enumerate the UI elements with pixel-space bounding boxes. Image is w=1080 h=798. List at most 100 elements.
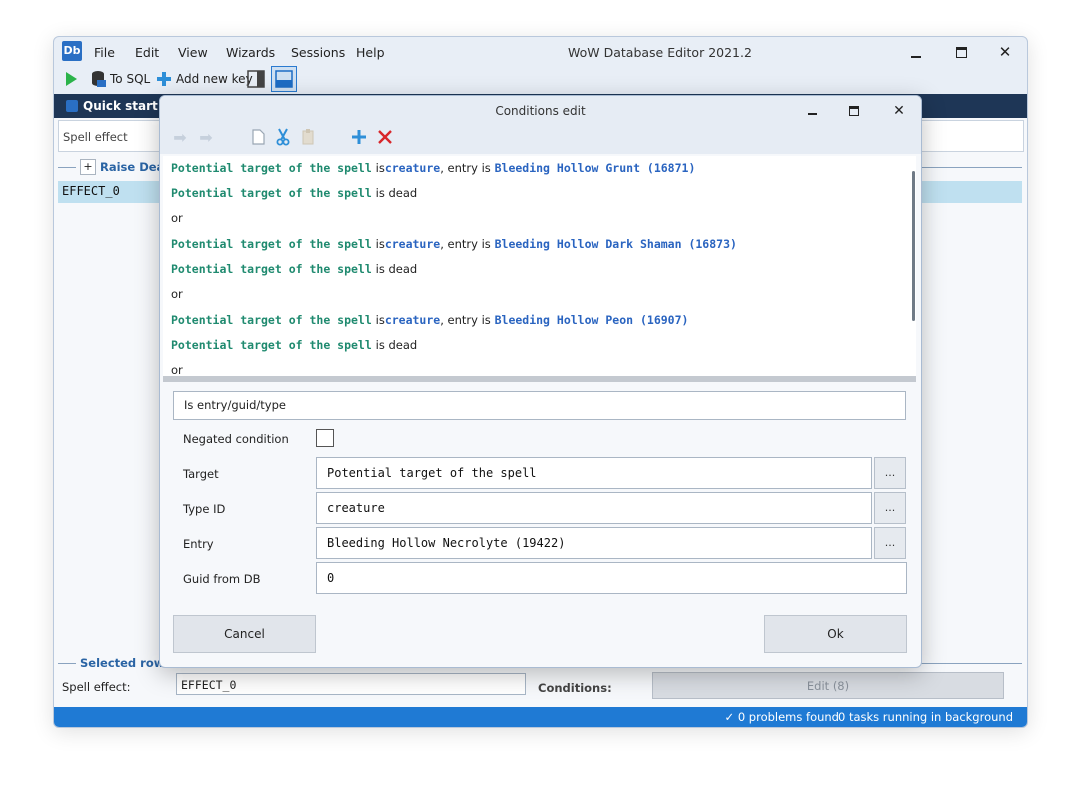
menu-wizards[interactable]: Wizards [226,45,275,60]
condition-or: or [171,363,183,376]
list-item[interactable]: or [171,211,183,229]
spell-effect-label: Spell effect: [62,680,131,694]
run-button[interactable] [64,68,78,90]
problems-status[interactable]: ✓ 0 problems found [725,710,839,724]
undo-button[interactable]: ➡ [170,126,190,148]
target-input[interactable]: Potential target of the spell [316,457,872,489]
plus-icon [352,130,366,144]
paste-button[interactable] [298,126,318,148]
type-id-label: Type ID [183,502,226,516]
tab-quick-start[interactable]: Quick start [60,94,164,118]
database-icon [92,71,106,87]
cut-button[interactable] [273,126,293,148]
list-item[interactable]: Potential target of the spell is dead [171,186,417,204]
paste-icon [302,129,314,145]
add-new-key-button[interactable]: Add new key [156,68,253,90]
add-new-key-label: Add new key [176,72,253,86]
play-icon [66,72,77,86]
dialog-maximize-button[interactable] [842,100,866,122]
list-item[interactable]: Potential target of the spell iscreature… [171,161,695,179]
entry-input[interactable]: Bleeding Hollow Necrolyte (19422) [316,527,872,559]
selected-row-title: Selected row [76,656,169,670]
add-condition-button[interactable] [349,126,369,148]
list-item[interactable]: Potential target of the spell is dead [171,262,417,280]
type-id-picker-button[interactable]: ... [874,492,906,524]
condition-text: is dead [375,338,418,352]
edit-conditions-button[interactable]: Edit (8) [652,672,1004,699]
list-item[interactable]: or [171,363,183,376]
guid-input[interactable]: 0 [316,562,907,594]
split-horizontal-icon [275,70,293,88]
minimize-icon [911,55,921,58]
delete-condition-button[interactable] [375,126,395,148]
condition-text: is dead [375,186,418,200]
condition-target: Potential target of the spell [171,262,372,276]
list-item[interactable]: or [171,287,183,305]
bottom-panel-button[interactable] [271,66,297,92]
condition-type-select[interactable]: Is entry/guid/type [173,391,906,420]
close-icon: ✕ [998,43,1012,61]
plus-icon [157,72,171,86]
menu-help[interactable]: Help [356,45,385,60]
type-id-input[interactable]: creature [316,492,872,524]
condition-target: Potential target of the spell [171,186,372,200]
column-header-label: Spell effect [63,130,128,144]
to-sql-button[interactable]: To SQL [90,68,150,90]
condition-text: is [375,237,385,251]
minimize-button[interactable] [904,41,928,63]
dialog-minimize-button[interactable] [800,100,824,122]
menu-view[interactable]: View [178,45,208,60]
tasks-status[interactable]: 0 tasks running in background [838,710,1013,724]
condition-type: creature [384,313,441,327]
to-sql-label: To SQL [110,72,151,86]
negated-label: Negated condition [183,432,289,446]
guid-label: Guid from DB [183,572,261,586]
list-item[interactable]: Potential target of the spell iscreature… [171,313,688,331]
target-picker-button[interactable]: ... [874,457,906,489]
minimize-icon [807,113,817,115]
condition-target: Potential target of the spell [171,313,372,327]
close-button[interactable]: ✕ [993,41,1017,63]
maximize-button[interactable] [949,41,973,63]
splitter-handle[interactable] [163,376,916,382]
condition-type: creature [384,161,441,175]
conditions-dialog: Conditions edit ✕ ➡ ➡ Potential target o… [159,95,922,668]
copy-icon [252,129,265,145]
condition-text: is [375,313,385,327]
copy-button[interactable] [248,126,268,148]
condition-entry: Bleeding Hollow Grunt (16871) [494,161,696,175]
negated-checkbox[interactable] [316,429,334,447]
tab-quick-start-label: Quick start [83,99,158,113]
target-label: Target [183,467,219,481]
close-icon: ✕ [893,103,905,119]
scissors-icon [276,128,290,146]
ok-button[interactable]: Ok [764,615,907,653]
expand-button[interactable]: + [80,159,96,175]
list-item[interactable]: Potential target of the spell is dead [171,338,417,356]
entry-picker-button[interactable]: ... [874,527,906,559]
split-view-button[interactable] [247,68,265,90]
arrow-left-icon: ➡ [173,127,187,147]
cancel-button[interactable]: Cancel [173,615,316,653]
table-cell[interactable]: EFFECT_0 [62,184,120,198]
spell-effect-input[interactable]: EFFECT_0 [176,673,526,695]
list-scrollbar[interactable] [912,171,915,321]
menu-edit[interactable]: Edit [135,45,159,60]
app-logo: Db [62,41,82,61]
condition-or: or [171,211,183,225]
dialog-close-button[interactable]: ✕ [887,100,911,122]
list-item[interactable]: Potential target of the spell iscreature… [171,237,737,255]
condition-or: or [171,287,183,301]
menu-file[interactable]: File [94,45,115,60]
redo-button[interactable]: ➡ [196,126,216,148]
condition-target: Potential target of the spell [171,338,372,352]
split-vertical-icon [247,70,265,88]
condition-text: , entry is [440,313,491,327]
menu-sessions[interactable]: Sessions [291,45,345,60]
condition-target: Potential target of the spell [171,161,372,175]
status-bar: ✓ 0 problems found 0 tasks running in ba… [54,707,1027,727]
conditions-list[interactable]: Potential target of the spell iscreature… [163,156,916,376]
dialog-titlebar: Conditions edit ✕ ➡ ➡ [160,96,921,154]
entry-label: Entry [183,537,214,551]
app-tab-icon [66,100,78,112]
